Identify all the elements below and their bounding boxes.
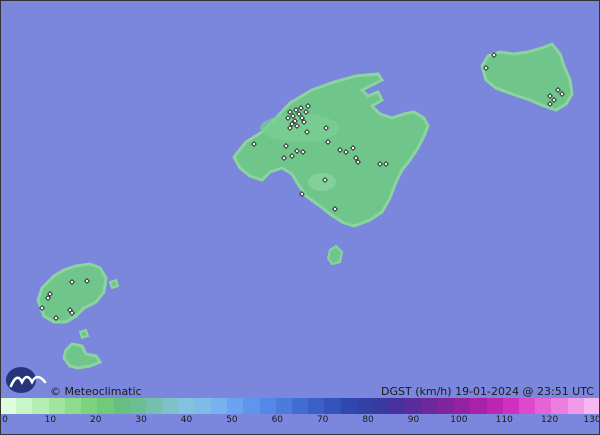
scale-swatch xyxy=(470,398,487,414)
scale-swatch xyxy=(243,398,260,414)
scale-swatch xyxy=(389,398,406,414)
scale-swatch xyxy=(405,398,422,414)
scale-swatch xyxy=(113,398,130,414)
scale-swatch xyxy=(308,398,325,414)
scale-label: 120 xyxy=(541,415,559,425)
scale-swatch xyxy=(551,398,568,414)
scale-swatch xyxy=(129,398,146,414)
scale-swatch xyxy=(259,398,276,414)
scale-swatch xyxy=(583,398,600,414)
scale-label: 40 xyxy=(180,415,193,425)
scale-swatch xyxy=(502,398,519,414)
scale-swatch xyxy=(275,398,292,414)
scale-swatch xyxy=(356,398,374,414)
scale-label: 20 xyxy=(90,415,102,425)
color-scale-labels: 0 10 20 30 40 50 60 70 80 90 100 110 120 130 xyxy=(0,415,600,429)
scale-swatch xyxy=(227,398,244,414)
scale-swatch xyxy=(324,398,341,414)
scale-swatch xyxy=(97,398,114,414)
scale-swatch xyxy=(16,398,33,414)
scale-swatch xyxy=(340,398,357,414)
scale-label: 110 xyxy=(495,415,513,425)
scale-swatch xyxy=(0,398,17,414)
scale-label: 60 xyxy=(271,415,284,425)
scale-label: 10 xyxy=(44,415,57,425)
scale-swatch xyxy=(421,398,438,414)
scale-swatch xyxy=(486,398,503,414)
gust-map xyxy=(0,0,600,435)
color-scale-bar xyxy=(0,398,600,414)
scale-swatch xyxy=(32,398,49,414)
scale-swatch xyxy=(291,398,309,414)
scale-swatch xyxy=(210,398,228,414)
scale-swatch xyxy=(373,398,390,414)
scale-swatch xyxy=(81,398,98,414)
meteoclimatic-logo-icon xyxy=(6,367,47,393)
scale-swatch xyxy=(48,398,65,414)
scale-label: 30 xyxy=(135,415,147,425)
scale-label: 90 xyxy=(407,415,420,425)
scale-swatch xyxy=(145,398,163,414)
scale-swatch xyxy=(194,398,211,414)
islet-espalmador xyxy=(78,328,90,340)
scale-label: 70 xyxy=(316,415,329,425)
scale-swatch xyxy=(567,398,584,414)
scale-label: 50 xyxy=(226,415,238,425)
map-title: DGST (km/h) 19-01-2024 @ 23:51 UTC xyxy=(381,385,594,398)
scale-swatch xyxy=(178,398,195,414)
scale-swatch xyxy=(162,398,179,414)
islet-ibiza-east xyxy=(108,278,120,290)
relief-pla xyxy=(308,173,336,191)
scale-label: 0 xyxy=(2,415,8,425)
scale-label: 130 xyxy=(583,415,600,425)
credit-text: © Meteoclimatic xyxy=(50,385,142,398)
scale-label: 80 xyxy=(362,415,374,425)
scale-swatch xyxy=(64,398,82,414)
scale-swatch xyxy=(454,398,471,414)
scale-label: 100 xyxy=(450,415,468,425)
scale-swatch xyxy=(437,398,455,414)
scale-swatch xyxy=(519,398,536,414)
scale-swatch xyxy=(535,398,552,414)
